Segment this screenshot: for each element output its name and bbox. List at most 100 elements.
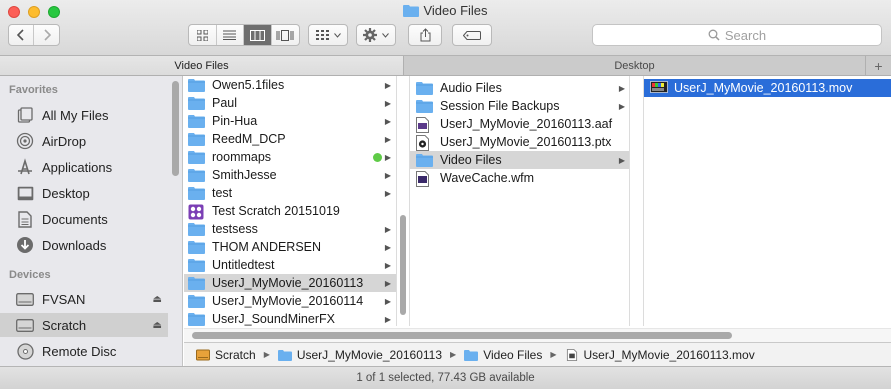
navigation-buttons xyxy=(8,24,60,46)
disclosure-arrow-icon: ▶ xyxy=(384,224,391,234)
path-separator-icon: ▶ xyxy=(450,350,457,359)
icon-view-button[interactable] xyxy=(189,25,217,45)
list-item-label: Paul xyxy=(212,96,238,110)
protools-session-icon xyxy=(416,135,433,151)
folder-icon xyxy=(416,153,433,167)
disclosure-arrow-icon: ▶ xyxy=(618,83,625,93)
disclosure-arrow-icon: ▶ xyxy=(618,101,625,111)
sidebar-item-downloads[interactable]: Downloads xyxy=(0,233,168,257)
tab-video-files[interactable]: Video Files xyxy=(0,56,403,75)
horizontal-scrollbar[interactable] xyxy=(184,328,891,342)
disclosure-arrow-icon: ▶ xyxy=(384,242,391,252)
list-item-label: testsess xyxy=(212,222,258,236)
sidebar-item-documents[interactable]: Documents xyxy=(0,207,168,231)
eject-icon[interactable]: ⏏ xyxy=(153,320,162,331)
list-view-button[interactable] xyxy=(217,25,244,45)
disclosure-arrow-icon: ▶ xyxy=(384,80,391,90)
folder-icon xyxy=(403,5,420,17)
edit-tags-button[interactable] xyxy=(452,24,492,46)
list-item[interactable]: test ▶ xyxy=(184,184,396,202)
path-item-mov-file[interactable]: UserJ_MyMovie_20160113.mov xyxy=(565,348,755,362)
sidebar-item-applications[interactable]: Applications xyxy=(0,155,168,179)
sidebar-item-fvsan[interactable]: FVSAN ⏏ xyxy=(0,287,168,311)
list-item[interactable]: UserJ_MyMovie_20160113.mov xyxy=(644,79,891,97)
devices-header: Devices xyxy=(9,269,51,281)
list-item[interactable]: testsess ▶ xyxy=(184,220,396,238)
list-item[interactable]: UserJ_MyMovie_20160113.ptx xyxy=(410,133,629,151)
search-field[interactable]: Search xyxy=(592,24,882,46)
sidebar: Favorites All My Files AirDrop Applicati… xyxy=(0,76,183,366)
horizontal-scroll-thumb[interactable] xyxy=(192,332,732,339)
status-text: 1 of 1 selected, 77.43 GB available xyxy=(356,372,535,384)
list-item[interactable]: roommaps ▶ xyxy=(184,148,396,166)
list-item[interactable]: UserJ_MyMovie_20160113.aaf xyxy=(410,115,629,133)
list-item[interactable]: THOM ANDERSEN ▶ xyxy=(184,238,396,256)
forward-button[interactable] xyxy=(34,25,59,45)
folder-icon xyxy=(416,81,433,95)
aaf-file-icon xyxy=(416,117,433,133)
list-item[interactable]: Test Scratch 20151019 xyxy=(184,202,396,220)
column-view-button[interactable] xyxy=(244,25,272,45)
eject-icon[interactable]: ⏏ xyxy=(153,294,162,305)
waveform-file-icon xyxy=(416,171,433,187)
movie-file-icon xyxy=(566,348,577,361)
column-scrollbar[interactable] xyxy=(400,215,406,315)
list-item[interactable]: Video Files ▶ xyxy=(410,151,629,169)
list-item-label: UserJ_MyMovie_20160113 xyxy=(212,276,364,290)
path-item-video-files[interactable]: Video Files xyxy=(464,348,542,362)
path-bar: Scratch ▶ UserJ_MyMovie_20160113 ▶ Video… xyxy=(184,342,891,366)
sidebar-item-desktop[interactable]: Desktop xyxy=(0,181,168,205)
sidebar-item-airdrop[interactable]: AirDrop xyxy=(0,129,168,153)
list-item[interactable]: Audio Files ▶ xyxy=(410,79,629,97)
tab-bar: Video Files Desktop + xyxy=(0,56,891,76)
path-item-usermovie[interactable]: UserJ_MyMovie_20160113 xyxy=(277,348,442,362)
sidebar-scrollbar[interactable] xyxy=(172,81,179,176)
list-item[interactable]: UserJ_SoundMinerFX ▶ xyxy=(184,310,396,326)
window-title: Video Files xyxy=(0,3,891,18)
tag-icon xyxy=(463,30,481,40)
disclosure-arrow-icon: ▶ xyxy=(384,260,391,270)
list-item[interactable]: Pin-Hua ▶ xyxy=(184,112,396,130)
list-item[interactable]: SmithJesse ▶ xyxy=(184,166,396,184)
chevron-down-icon xyxy=(333,32,341,38)
path-separator-icon: ▶ xyxy=(263,350,270,359)
folder-icon xyxy=(277,349,292,361)
list-item-label: test xyxy=(212,186,233,200)
list-item[interactable]: Untitledtest ▶ xyxy=(184,256,396,274)
tab-desktop[interactable]: Desktop xyxy=(403,56,865,75)
chevron-down-icon xyxy=(382,32,389,38)
list-item-label: Test Scratch 20151019 xyxy=(212,204,340,218)
back-button[interactable] xyxy=(9,25,34,45)
action-button[interactable] xyxy=(356,24,396,46)
list-item[interactable]: UserJ_MyMovie_20160113 ▶ xyxy=(184,274,396,292)
sidebar-item-remote-disc[interactable]: Remote Disc xyxy=(0,339,168,363)
folder-icon xyxy=(188,222,205,236)
list-item[interactable]: Paul ▶ xyxy=(184,94,396,112)
list-item-label: Pin-Hua xyxy=(212,114,258,128)
sidebar-item-all-my-files[interactable]: All My Files xyxy=(0,103,168,127)
list-item[interactable]: Owen5.1files ▶ xyxy=(184,76,396,94)
list-item[interactable]: WaveCache.wfm xyxy=(410,169,629,187)
arrange-button[interactable] xyxy=(308,24,348,46)
cover-flow-button[interactable] xyxy=(272,25,299,45)
sidebar-item-scratch[interactable]: Scratch ⏏ xyxy=(0,313,168,337)
downloads-icon xyxy=(15,236,35,254)
folder-icon xyxy=(188,186,205,200)
list-item[interactable]: ReedM_DCP ▶ xyxy=(184,130,396,148)
disclosure-arrow-icon: ▶ xyxy=(384,152,391,162)
path-separator-icon: ▶ xyxy=(550,350,557,359)
drive-icon xyxy=(196,349,210,360)
list-item[interactable]: UserJ_MyMovie_20160114 ▶ xyxy=(184,292,396,310)
new-tab-button[interactable]: + xyxy=(865,56,891,75)
movie-file-icon xyxy=(650,81,668,95)
path-item-scratch[interactable]: Scratch xyxy=(196,348,256,362)
folder-icon xyxy=(188,96,205,110)
disclosure-arrow-icon: ▶ xyxy=(384,170,391,180)
share-button[interactable] xyxy=(408,24,442,46)
list-item-label: UserJ_SoundMinerFX xyxy=(212,312,335,326)
folder-icon xyxy=(188,132,205,146)
folder-icon xyxy=(188,150,205,164)
folder-icon xyxy=(188,114,205,128)
disclosure-arrow-icon: ▶ xyxy=(384,188,391,198)
list-item[interactable]: Session File Backups ▶ xyxy=(410,97,629,115)
